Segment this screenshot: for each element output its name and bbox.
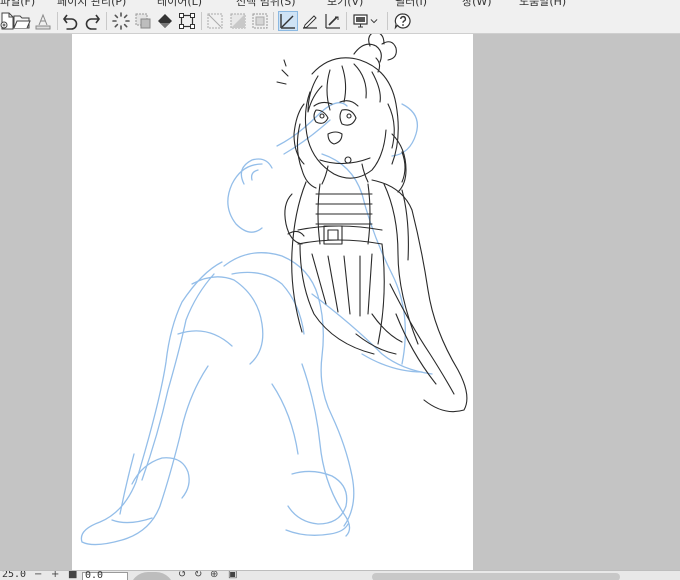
select-icon[interactable] bbox=[133, 11, 153, 31]
redo-icon[interactable] bbox=[82, 11, 102, 31]
menu-view[interactable]: 보기(V) bbox=[327, 0, 363, 8]
save-icon[interactable] bbox=[33, 11, 53, 31]
menu-window[interactable]: 창(W) bbox=[462, 0, 492, 8]
transform-icon[interactable] bbox=[177, 11, 197, 31]
drawing-canvas[interactable] bbox=[72, 34, 473, 570]
reset-rotation-icon[interactable]: ⊕ bbox=[210, 571, 218, 580]
rotation-dial[interactable] bbox=[130, 572, 174, 580]
selection-icon[interactable] bbox=[250, 11, 270, 31]
correct-line-icon[interactable] bbox=[323, 11, 343, 31]
help-icon[interactable] bbox=[393, 11, 413, 31]
menu-page[interactable]: 페이지 관리(P) bbox=[57, 0, 126, 8]
sketch-artwork bbox=[80, 34, 468, 546]
zoom-value[interactable]: 25.0 bbox=[2, 571, 26, 580]
zoom-in-button[interactable]: + bbox=[51, 571, 59, 580]
open-folder-icon[interactable] bbox=[12, 11, 32, 31]
menu-layer[interactable]: 레이어(L) bbox=[157, 0, 202, 8]
horizontal-scrollbar[interactable] bbox=[372, 573, 620, 580]
deselect-icon[interactable] bbox=[205, 11, 225, 31]
canvas-workspace[interactable] bbox=[0, 34, 680, 570]
zoom-slider-handle[interactable]: ■ bbox=[68, 571, 77, 580]
menu-file[interactable]: 파일(F) bbox=[0, 0, 35, 8]
rotate-left-icon[interactable]: ↺ bbox=[178, 571, 186, 580]
menu-help[interactable]: 도움말(H) bbox=[519, 0, 566, 8]
loading-icon[interactable] bbox=[111, 11, 131, 31]
chevron-down-icon[interactable] bbox=[367, 11, 381, 31]
zoom-out-button[interactable]: − bbox=[34, 571, 42, 580]
fill-icon[interactable] bbox=[155, 11, 175, 31]
command-bar bbox=[0, 8, 680, 34]
flip-icon[interactable]: ▣ bbox=[228, 571, 237, 580]
rotation-value: 0.0 bbox=[85, 570, 104, 580]
rotation-field[interactable]: 0.0 bbox=[82, 570, 128, 580]
status-bar: 25.0 − + ■ 0.0 ↺ ↻ ⊕ ▣ bbox=[0, 570, 680, 580]
invert-icon[interactable] bbox=[228, 11, 248, 31]
menu-bar: 파일(F) 페이지 관리(P) 레이어(L) 선택 범위(S) 보기(V) 필터… bbox=[0, 0, 680, 8]
pen-icon[interactable] bbox=[300, 11, 320, 31]
ruler-icon[interactable] bbox=[278, 11, 298, 31]
rotate-right-icon[interactable]: ↻ bbox=[194, 571, 202, 580]
menu-filter[interactable]: 필터(I) bbox=[395, 0, 427, 8]
undo-icon[interactable] bbox=[61, 11, 81, 31]
menu-selection[interactable]: 선택 범위(S) bbox=[236, 0, 296, 8]
app-window: 파일(F) 페이지 관리(P) 레이어(L) 선택 범위(S) 보기(V) 필터… bbox=[0, 0, 680, 580]
